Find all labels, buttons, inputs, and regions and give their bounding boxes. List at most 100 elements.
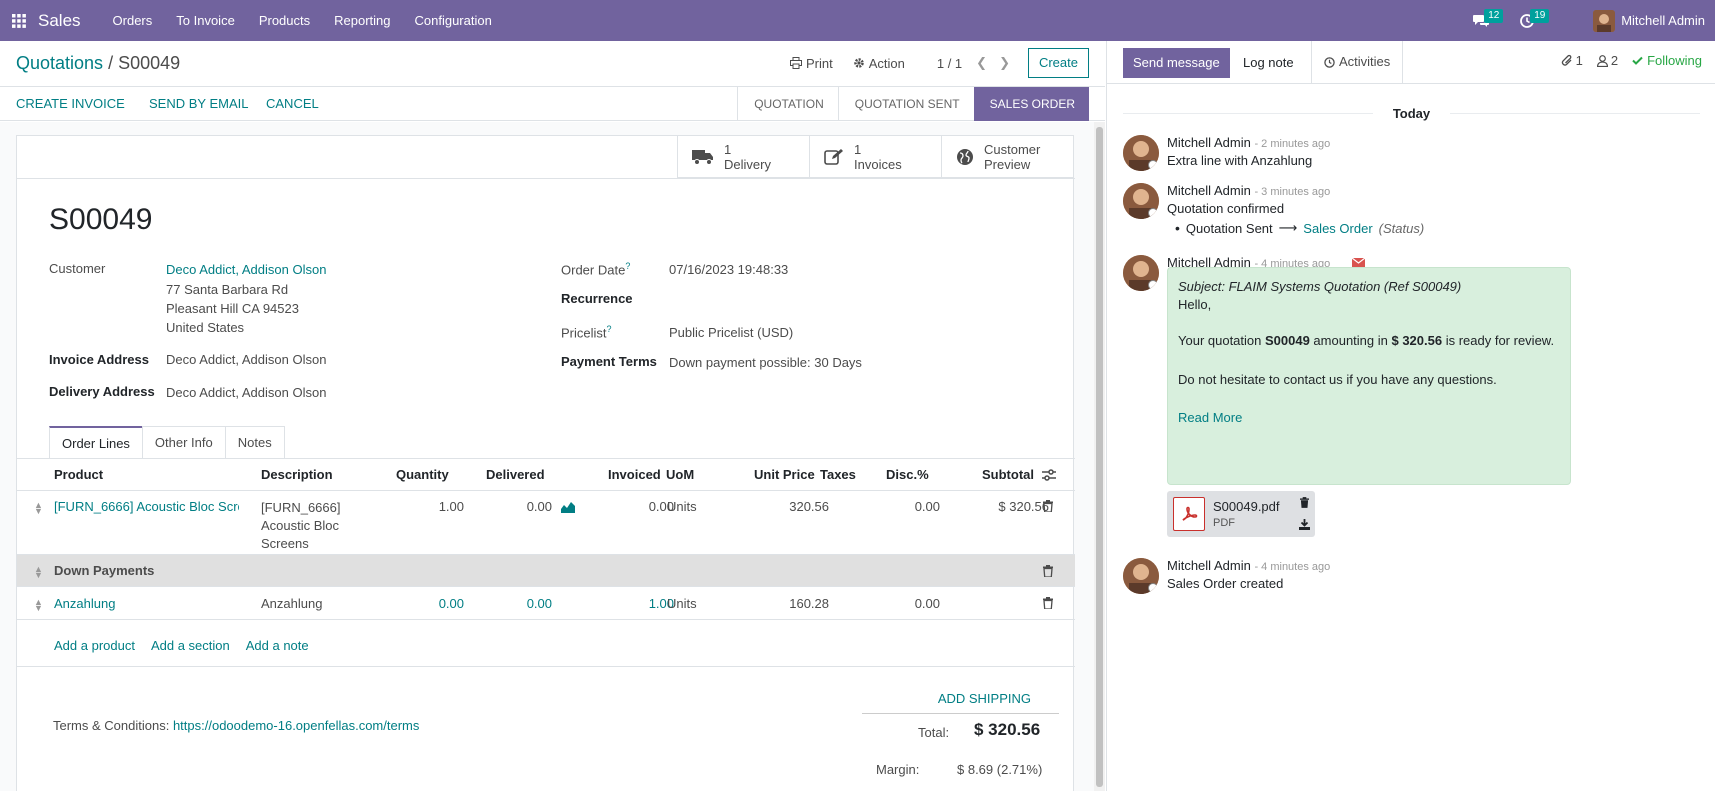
- col-taxes[interactable]: Taxes: [820, 467, 856, 482]
- author-avatar[interactable]: [1123, 183, 1159, 219]
- table-row[interactable]: ▲ ▼ Anzahlung Anzahlung 0.00 0.00 1.00 Un…: [17, 588, 1075, 620]
- line-unit-price[interactable]: 320.56: [747, 499, 829, 514]
- trash-icon[interactable]: [1043, 597, 1053, 609]
- payment-terms-value[interactable]: Down payment possible: 30 Days: [669, 353, 862, 372]
- read-more-link[interactable]: Read More: [1178, 409, 1560, 427]
- action-button[interactable]: Action: [843, 48, 915, 78]
- line-description-3: Screens: [261, 536, 309, 551]
- create-invoice-button[interactable]: CREATE INVOICE: [16, 87, 125, 121]
- user-menu[interactable]: Mitchell Admin: [1587, 9, 1715, 32]
- table-row[interactable]: ▲▼ [FURN_6666] Acoustic Bloc Screens [FU…: [17, 491, 1075, 555]
- line-uom[interactable]: Units: [667, 499, 697, 514]
- add-section-link[interactable]: Add a section: [151, 638, 230, 653]
- col-subtotal[interactable]: Subtotal: [982, 467, 1034, 482]
- help-tooltip-icon[interactable]: ?: [625, 261, 630, 271]
- line-disc[interactable]: 0.00: [867, 596, 940, 611]
- print-button[interactable]: Print: [780, 48, 843, 78]
- line-product[interactable]: [FURN_6666] Acoustic Bloc Screens: [54, 499, 239, 514]
- send-by-email-button[interactable]: SEND BY EMAIL: [149, 87, 248, 121]
- following-button[interactable]: Following: [1632, 53, 1702, 68]
- create-button[interactable]: Create: [1027, 48, 1089, 78]
- terms-link[interactable]: https://odoodemo-16.openfellas.com/terms: [173, 718, 419, 733]
- delivery-smart-button[interactable]: 1 Delivery: [677, 136, 809, 178]
- optional-columns-icon[interactable]: [1042, 469, 1056, 481]
- add-product-link[interactable]: Add a product: [54, 638, 135, 653]
- tab-notes[interactable]: Notes: [224, 426, 285, 458]
- customer-link[interactable]: Deco Addict, Addison Olson: [166, 260, 326, 279]
- download-icon[interactable]: [1299, 519, 1310, 530]
- tab-other-info[interactable]: Other Info: [141, 426, 226, 458]
- col-delivered[interactable]: Delivered: [486, 467, 545, 482]
- author-avatar[interactable]: [1123, 255, 1159, 291]
- drag-handle-icon[interactable]: ▲ ▼: [34, 501, 43, 516]
- trash-icon[interactable]: [1043, 500, 1053, 512]
- scrollbar-thumb[interactable]: [1096, 127, 1103, 787]
- trash-icon[interactable]: [1043, 565, 1053, 577]
- drag-handle-icon[interactable]: ▲ ▼: [34, 598, 43, 613]
- invoice-address-value[interactable]: Deco Addict, Addison Olson: [166, 350, 326, 369]
- cancel-button[interactable]: CANCEL: [266, 87, 319, 121]
- followers-button[interactable]: 2: [1596, 53, 1618, 68]
- menu-orders[interactable]: Orders: [101, 0, 165, 41]
- menu-to-invoice[interactable]: To Invoice: [164, 0, 247, 41]
- author-name[interactable]: Mitchell Admin: [1167, 135, 1251, 150]
- add-shipping-button[interactable]: ADD SHIPPING: [938, 691, 1031, 706]
- line-description[interactable]: Anzahlung: [261, 596, 322, 611]
- message-author[interactable]: Mitchell Admin - 2 minutes ago: [1167, 135, 1330, 150]
- line-uom[interactable]: Units: [667, 596, 697, 611]
- activities-button[interactable]: Activities: [1311, 41, 1404, 83]
- author-name[interactable]: Mitchell Admin: [1167, 558, 1251, 573]
- section-row[interactable]: ▲ ▼ Down Payments: [17, 555, 1075, 587]
- section-name[interactable]: Down Payments: [54, 563, 154, 578]
- order-date-value[interactable]: 07/16/2023 19:48:33: [669, 260, 788, 279]
- stage-sales-order[interactable]: SALES ORDER: [973, 87, 1089, 121]
- app-brand[interactable]: Sales: [38, 11, 81, 31]
- delivery-address-value[interactable]: Deco Addict, Addison Olson: [166, 383, 326, 402]
- col-description[interactable]: Description: [261, 467, 333, 482]
- menu-reporting[interactable]: Reporting: [322, 0, 402, 41]
- pricelist-value[interactable]: Public Pricelist (USD): [669, 323, 793, 342]
- line-quantity[interactable]: 1.00: [397, 499, 464, 514]
- line-description[interactable]: [FURN_6666] Acoustic Bloc Screens: [261, 499, 340, 553]
- line-quantity[interactable]: 0.00: [397, 596, 464, 611]
- col-product[interactable]: Product: [54, 467, 103, 482]
- stage-quotation[interactable]: QUOTATION: [737, 87, 838, 121]
- col-uom[interactable]: UoM: [666, 467, 694, 482]
- col-unit-price[interactable]: Unit Price: [754, 467, 815, 482]
- author-name[interactable]: Mitchell Admin: [1167, 183, 1251, 198]
- messaging-menu[interactable]: 12: [1461, 0, 1504, 41]
- line-product[interactable]: Anzahlung: [54, 596, 115, 611]
- attachment-card[interactable]: S00049.pdf PDF: [1167, 491, 1315, 537]
- line-unit-price[interactable]: 160.28: [747, 596, 829, 611]
- log-note-button[interactable]: Log note: [1233, 48, 1304, 78]
- author-avatar[interactable]: [1123, 135, 1159, 171]
- line-disc[interactable]: 0.00: [867, 499, 940, 514]
- breadcrumb-quotations[interactable]: Quotations: [16, 53, 103, 73]
- pager-previous-icon[interactable]: ❮: [970, 55, 993, 71]
- help-tooltip-icon[interactable]: ?: [607, 324, 612, 334]
- tab-order-lines[interactable]: Order Lines: [49, 426, 143, 459]
- send-message-button[interactable]: Send message: [1123, 48, 1230, 78]
- menu-configuration[interactable]: Configuration: [403, 0, 504, 41]
- invoices-smart-button[interactable]: 1 Invoices: [809, 136, 941, 178]
- activity-menu[interactable]: 19: [1507, 0, 1550, 41]
- pager-value[interactable]: 1 / 1: [929, 56, 970, 71]
- col-invoiced[interactable]: Invoiced: [608, 467, 661, 482]
- message-author[interactable]: Mitchell Admin - 3 minutes ago: [1167, 183, 1330, 198]
- form-scrollbar[interactable]: [1094, 122, 1105, 791]
- author-avatar[interactable]: [1123, 558, 1159, 594]
- trash-icon[interactable]: [1300, 497, 1309, 508]
- pager-next-icon[interactable]: ❯: [993, 55, 1016, 71]
- forecast-chart-icon[interactable]: [561, 501, 575, 513]
- menu-products[interactable]: Products: [247, 0, 322, 41]
- customer-preview-smart-button[interactable]: Customer Preview: [941, 136, 1073, 178]
- drag-handle-icon[interactable]: ▲ ▼: [34, 565, 43, 580]
- line-description-2: Acoustic Bloc: [261, 518, 340, 533]
- message-author[interactable]: Mitchell Admin - 4 minutes ago: [1167, 558, 1330, 573]
- col-quantity[interactable]: Quantity: [396, 467, 449, 482]
- attachments-button[interactable]: 1: [1561, 53, 1583, 68]
- app-menu-grid-icon[interactable]: [0, 0, 38, 41]
- col-disc[interactable]: Disc.%: [886, 467, 929, 482]
- stage-quotation-sent[interactable]: QUOTATION SENT: [837, 87, 974, 121]
- add-note-link[interactable]: Add a note: [246, 638, 309, 653]
